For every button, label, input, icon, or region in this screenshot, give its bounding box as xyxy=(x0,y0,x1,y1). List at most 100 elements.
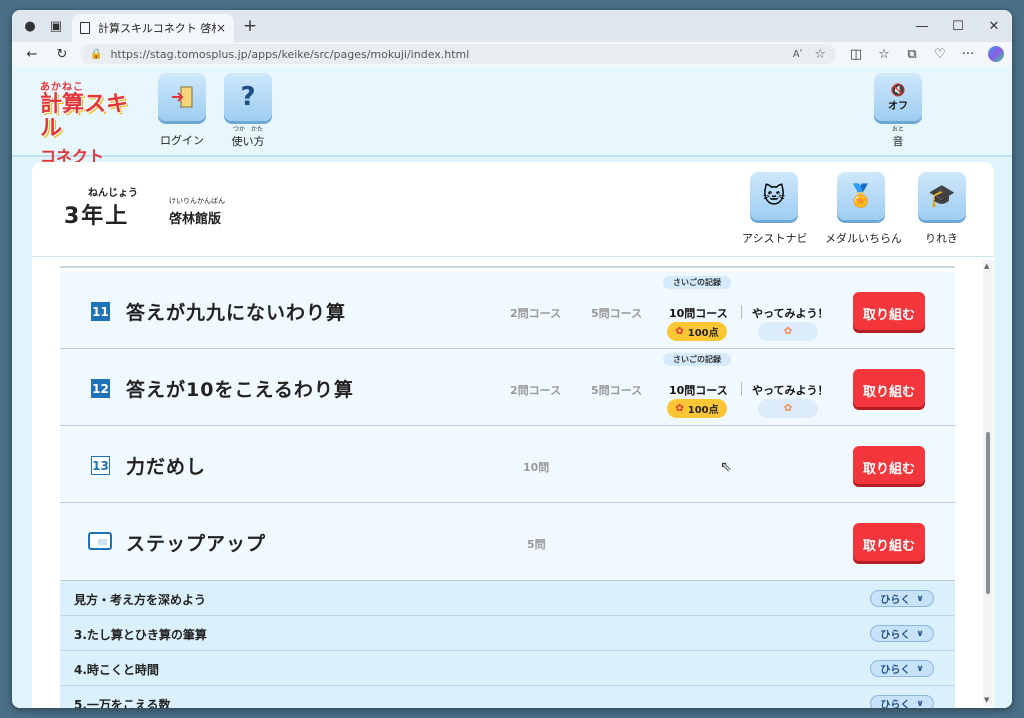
course-10[interactable]: 10問 xyxy=(523,459,549,475)
favorites-icon[interactable]: ☆ xyxy=(870,47,898,62)
course-5[interactable]: 5問 xyxy=(527,536,546,552)
lock-icon[interactable]: 🔒 xyxy=(90,49,102,60)
read-aloud-icon[interactable]: Aʹ xyxy=(793,49,803,60)
sound-toggle-button[interactable]: 🔇 オフ xyxy=(874,73,922,121)
open-button[interactable]: ひらく ∨ xyxy=(870,625,934,642)
open-button[interactable]: ひらく ∨ xyxy=(870,590,934,607)
copilot-icon[interactable] xyxy=(988,46,1004,62)
open-label: ひらく xyxy=(880,700,911,708)
flower-icon: ✿ xyxy=(783,403,793,414)
start-button[interactable]: 取り組む xyxy=(853,523,925,561)
start-button[interactable]: 取り組む xyxy=(853,446,925,484)
start-button[interactable]: 取り組む xyxy=(853,369,925,407)
url-text: https://stag.tomosplus.jp/apps/keike/src… xyxy=(110,47,470,61)
tab-actions-icon[interactable]: ▣ xyxy=(46,16,66,36)
course-5[interactable]: 5問コース xyxy=(591,382,642,398)
step-up-icon xyxy=(88,532,112,550)
grade-title: 3年上 xyxy=(64,204,130,229)
unit-title: 答えが九九にないわり算 xyxy=(126,302,347,324)
publisher-ruby: けいりんかんばん xyxy=(169,197,225,205)
history-label: りれき xyxy=(925,232,958,245)
logo-line1: あかねこ xyxy=(40,82,84,93)
collections-icon[interactable]: ⧉ xyxy=(898,47,926,62)
medal-list-label: メダルいちらん xyxy=(825,232,902,245)
accordion-title: 見方・考え方を深めよう xyxy=(74,593,207,607)
login-label: ログイン xyxy=(160,134,204,147)
extensions-icon[interactable]: ♡ xyxy=(926,47,954,62)
login-button[interactable] xyxy=(158,73,206,121)
unit-title: 力だめし xyxy=(126,456,207,478)
chevron-down-icon: ∨ xyxy=(916,628,924,639)
unit-card: ねんじょう 3年上 けいりんかんばん 啓林館版 🐱 アシストナビ 🏅 メダルいち… xyxy=(32,162,994,708)
browser-window: ● ▣ 計算スキルコネクト 啓林館版 × + — ☐ ✕ ← ↻ 🔒 https… xyxy=(12,10,1012,708)
scroll-thumb[interactable] xyxy=(986,432,990,594)
unit-number: 11 xyxy=(91,302,110,321)
maximize-button[interactable]: ☐ xyxy=(940,10,976,42)
page-icon xyxy=(80,22,90,34)
split-screen-icon[interactable]: ◫ xyxy=(842,47,870,62)
unit-list: 11 答えが九九にないわり算 2問コース 5問コース さいごの記録 10問コース… xyxy=(60,266,955,708)
unit-title: 答えが10をこえるわり算 xyxy=(126,379,354,401)
assist-navi-button[interactable]: 🐱 xyxy=(750,172,798,220)
accordion-title: 3.たし算とひき算の筆算 xyxy=(74,628,207,642)
help-button[interactable]: ? xyxy=(224,73,272,121)
medal-list-button[interactable]: 🏅 xyxy=(837,172,885,220)
unit-title: ステップアップ xyxy=(126,533,267,555)
more-icon[interactable]: ··· xyxy=(954,47,982,62)
history-button[interactable]: 🎓 xyxy=(918,172,966,220)
sound-label-wrap: おと 音 xyxy=(868,126,928,149)
minimize-button[interactable]: — xyxy=(904,10,940,42)
start-button[interactable]: 取り組む xyxy=(853,292,925,330)
close-window-button[interactable]: ✕ xyxy=(976,10,1012,42)
chevron-down-icon: ∨ xyxy=(916,593,924,604)
accordion-title: 5.一万をこえる数 xyxy=(74,698,171,708)
help-label-wrap: つか かた 使い方 xyxy=(218,126,278,149)
accordion-row[interactable]: 見方・考え方を深めよう ひらく ∨ xyxy=(60,581,955,616)
open-label: ひらく xyxy=(880,595,911,606)
scroll-down-icon[interactable]: ▼ xyxy=(984,696,989,704)
chevron-down-icon: ∨ xyxy=(916,698,924,709)
scroll-up-icon[interactable]: ▲ xyxy=(984,262,989,270)
course-10[interactable]: 10問コース xyxy=(669,382,728,398)
chevron-down-icon: ∨ xyxy=(916,663,924,674)
open-button[interactable]: ひらく ∨ xyxy=(870,695,934,708)
logo-line2: 計算スキル xyxy=(40,92,129,141)
course-2[interactable]: 2問コース xyxy=(510,305,561,321)
favorite-star-icon[interactable]: ☆ xyxy=(814,47,826,62)
sound-label: 音 xyxy=(892,135,904,148)
last-record-label: さいごの記録 xyxy=(663,276,731,289)
unit-row-11: 11 答えが九九にないわり算 2問コース 5問コース さいごの記録 10問コース… xyxy=(60,272,955,349)
step-up-row: ステップアップ 5問 取り組む xyxy=(60,503,955,581)
scrollbar[interactable]: ▲ ▼ xyxy=(983,260,993,706)
unit-row-12: 12 答えが10をこえるわり算 2問コース 5問コース さいごの記録 10問コー… xyxy=(60,349,955,426)
flower-badge: ✿ xyxy=(758,399,818,418)
browser-tab[interactable]: 計算スキルコネクト 啓林館版 × xyxy=(72,14,234,42)
close-tab-icon[interactable]: × xyxy=(216,21,226,35)
url-field[interactable]: 🔒 https://stag.tomosplus.jp/apps/keike/s… xyxy=(80,44,836,64)
title-bar: ● ▣ 計算スキルコネクト 啓林館版 × + — ☐ ✕ xyxy=(12,10,1012,42)
flower-icon: ✿ xyxy=(783,326,793,337)
accordion-row[interactable]: 4.時こくと時間 ひらく ∨ xyxy=(60,651,955,686)
course-2[interactable]: 2問コース xyxy=(510,382,561,398)
refresh-button[interactable]: ↻ xyxy=(50,47,74,62)
accordion-row[interactable]: 5.一万をこえる数 ひらく ∨ xyxy=(60,686,955,708)
separator xyxy=(741,305,742,319)
app-header: あかねこ 計算スキル コネクト ログイン ? つか かた 使い方 🔇 オフ おと… xyxy=(12,66,1012,166)
assist-navi-label: アシストナビ xyxy=(742,232,808,245)
course-5[interactable]: 5問コース xyxy=(591,305,642,321)
unit-number: 12 xyxy=(91,379,110,398)
flower-icon: ✿ xyxy=(675,403,684,414)
list-top-rule xyxy=(60,266,955,268)
score-value: 100点 xyxy=(687,328,719,339)
profile-icon[interactable]: ● xyxy=(20,16,40,36)
accordion-row[interactable]: 3.たし算とひき算の筆算 ひらく ∨ xyxy=(60,616,955,651)
accordion-title: 4.時こくと時間 xyxy=(74,663,159,677)
speaker-muted-icon: 🔇 xyxy=(890,82,906,97)
course-10[interactable]: 10問コース xyxy=(669,305,728,321)
back-button[interactable]: ← xyxy=(20,47,44,62)
question-icon: ? xyxy=(240,82,256,112)
help-ruby: つか かた xyxy=(232,126,263,133)
open-button[interactable]: ひらく ∨ xyxy=(870,660,934,677)
address-bar: ← ↻ 🔒 https://stag.tomosplus.jp/apps/kei… xyxy=(12,42,1012,66)
new-tab-button[interactable]: + xyxy=(238,16,262,36)
